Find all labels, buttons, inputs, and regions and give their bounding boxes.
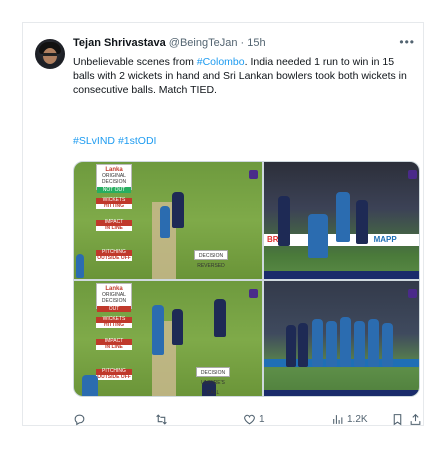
author-handle[interactable]: @BeingTeJan xyxy=(169,37,238,49)
impact-row: IMPACT IN LINE xyxy=(96,219,132,231)
decision-tag: DECISION REVERSED xyxy=(194,250,228,269)
media-image-drs-1[interactable]: Lanka ORIGINAL DECISION NOT OUT WICKETS H… xyxy=(74,162,262,279)
views-icon xyxy=(333,414,343,424)
wickets-row: WICKETS HITTING xyxy=(96,197,132,209)
score-bar xyxy=(264,390,419,396)
share-icon xyxy=(410,413,421,425)
avatar[interactable] xyxy=(35,39,65,69)
views-count: 1.2K xyxy=(347,413,368,425)
tweet-text: Unbelievable scenes from #Colombo. India… xyxy=(73,55,418,97)
bookmark-button[interactable] xyxy=(391,411,404,427)
share-button[interactable] xyxy=(409,411,422,427)
tweet-text-part: Unbelievable scenes from xyxy=(73,56,197,68)
like-count: 1 xyxy=(259,413,265,425)
hashtags: #SLvIND #1stODI xyxy=(73,135,156,147)
broadcaster-icon xyxy=(408,170,417,179)
media-image-drs-2[interactable]: Lanka ORIGINAL DECISION OUT WICKETS HITTI… xyxy=(74,281,262,396)
media-image-team-huddle[interactable] xyxy=(264,281,419,396)
author-name[interactable]: Tejan Shrivastava xyxy=(73,37,166,49)
logo: Lanka ORIGINAL DECISION OUT xyxy=(96,283,132,312)
media-image-celebration[interactable]: BR MAPP xyxy=(264,162,419,279)
broadcaster-icon xyxy=(249,170,258,179)
ellipsis-icon[interactable]: ••• xyxy=(399,35,415,49)
separator: · xyxy=(240,37,245,49)
like-button[interactable]: 1 xyxy=(243,411,265,427)
tweet-header: Tejan Shrivastava @BeingTeJan · 15h xyxy=(73,37,419,53)
pitching-row: PITCHING OUTSIDE OFF xyxy=(96,249,132,261)
reply-icon xyxy=(74,414,85,425)
bookmark-icon xyxy=(393,413,402,425)
retweet-button[interactable] xyxy=(155,411,171,427)
timestamp[interactable]: 15h xyxy=(247,37,265,49)
tweet-card[interactable]: Tejan Shrivastava @BeingTeJan · 15h ••• … xyxy=(22,22,424,426)
decision-tag: DECISION UMPIRE'S CALL xyxy=(196,367,230,396)
media-grid: Lanka ORIGINAL DECISION NOT OUT WICKETS H… xyxy=(73,161,420,397)
pitching-row: PITCHING OUTSIDE OFF xyxy=(96,368,132,380)
retweet-icon xyxy=(156,413,167,425)
logo: Lanka ORIGINAL DECISION NOT OUT xyxy=(96,164,132,193)
score-bar xyxy=(264,271,419,279)
hashtag-slvind[interactable]: #SLvIND xyxy=(73,135,115,147)
hashtag-link[interactable]: #Colombo xyxy=(197,56,245,68)
broadcaster-icon xyxy=(408,289,417,298)
broadcaster-icon xyxy=(249,289,258,298)
drs-panel: Lanka ORIGINAL DECISION NOT OUT WICKETS H… xyxy=(96,164,140,276)
drs-panel: Lanka ORIGINAL DECISION OUT WICKETS HITTI… xyxy=(96,283,140,395)
reply-button[interactable] xyxy=(73,411,89,427)
heart-icon xyxy=(244,414,255,424)
hashtag-1stodi[interactable]: #1stODI xyxy=(118,135,157,147)
impact-row: IMPACT IN LINE xyxy=(96,338,132,350)
views-button[interactable]: 1.2K xyxy=(331,411,368,427)
tweet-actions: 1 1.2K xyxy=(73,411,421,427)
wickets-row: WICKETS HITTING xyxy=(96,316,132,328)
